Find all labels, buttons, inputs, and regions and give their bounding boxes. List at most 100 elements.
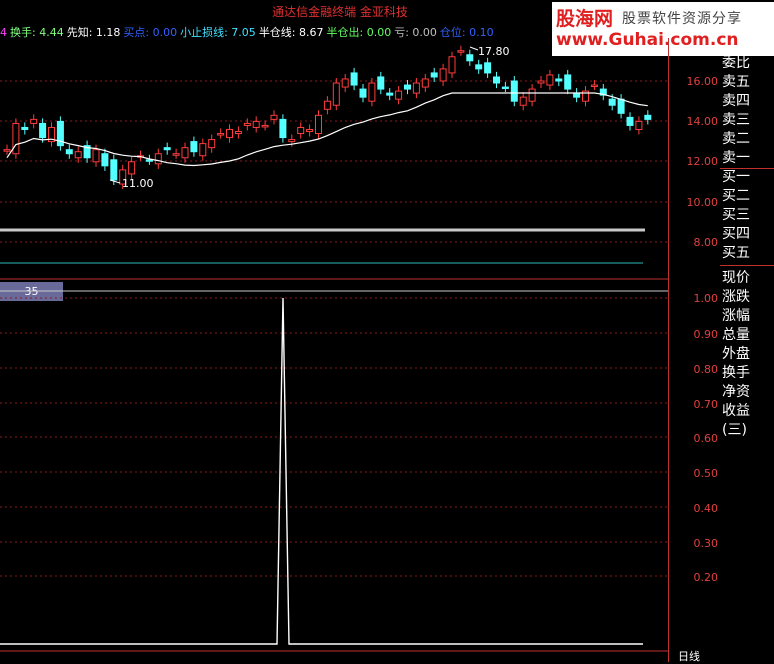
quote-field-11: 现价 — [722, 270, 750, 286]
candle-body — [217, 133, 225, 136]
candle-body — [21, 126, 29, 130]
quote-field-7: 买二 — [722, 188, 750, 204]
candle-body — [484, 62, 492, 74]
candle-body — [377, 76, 385, 90]
candle-body — [528, 88, 536, 102]
candle-body — [590, 84, 598, 88]
candle-body — [39, 122, 47, 139]
candle-body — [279, 118, 287, 139]
y-label-14: 14.00 — [686, 115, 719, 128]
low-label: 11.00 — [122, 177, 154, 190]
candle-body — [332, 82, 340, 106]
candle-body — [154, 153, 162, 165]
candle-body — [635, 120, 643, 130]
logo-cn: 股海网 — [556, 8, 614, 30]
axis-separator — [668, 38, 669, 662]
candle-body — [12, 122, 20, 155]
quote-field-12: 涨跌 — [722, 289, 750, 305]
candle-body — [404, 84, 411, 90]
quote-field-0: 委比 — [722, 55, 750, 71]
quote-field-14: 总量 — [722, 327, 750, 343]
high-pointer — [469, 46, 479, 51]
candle-body — [466, 54, 474, 62]
quote-field-13: 涨幅 — [722, 308, 750, 324]
candle-body — [306, 128, 314, 133]
candle-body — [243, 122, 251, 126]
candle-body — [626, 116, 634, 126]
candle-body — [510, 80, 518, 102]
y-label-12: 12.00 — [686, 155, 719, 168]
candle-body — [3, 149, 11, 152]
candle-body — [448, 56, 456, 74]
candle-body — [359, 88, 367, 98]
candle-body — [145, 159, 153, 162]
candle-body — [315, 114, 322, 135]
candle-body — [475, 64, 483, 70]
quote-field-5: 卖一 — [722, 150, 750, 166]
quote-field-1: 卖五 — [722, 74, 750, 90]
candle-body — [181, 147, 189, 159]
quote-field-17: 净资 — [722, 384, 750, 400]
candle-body — [573, 92, 581, 98]
candle-body — [65, 149, 73, 155]
candle-body — [110, 159, 118, 181]
candle-body — [190, 141, 198, 153]
quote-field-15: 外盘 — [722, 346, 750, 362]
candle-body — [74, 151, 82, 159]
quote-field-18: 收益(三) — [722, 403, 750, 438]
sub-y-label-1: 1.00 — [693, 292, 719, 305]
candle-body — [617, 98, 625, 114]
candle-body — [386, 92, 394, 96]
quote-field-9: 买四 — [722, 226, 750, 242]
candle-body — [101, 153, 109, 167]
sub-y-label-6: 0.50 — [693, 467, 719, 480]
candle-body — [644, 114, 652, 120]
panel-divider-0 — [720, 168, 774, 169]
candle-body — [270, 114, 278, 120]
candle-body — [172, 153, 180, 156]
candle-body — [555, 78, 563, 82]
quote-field-10: 买五 — [722, 245, 750, 261]
candle-body — [537, 80, 545, 84]
quote-panel: 委比 卖五 卖四 卖三 卖二 卖一 买一 买二 买三 买四 买五 现价 涨跌 涨幅 总量 外盘 换手 净资 收益(三… — [720, 54, 774, 438]
indicator-bar: 4 换手: 4.44 先知: 1.18 买点: 0.00 小止损线: 7.05 半仓线: … — [0, 24, 497, 39]
candle-body — [368, 82, 376, 102]
candle-body — [493, 76, 500, 84]
candle-body — [350, 72, 358, 86]
candle-body — [608, 98, 616, 106]
indicator-chart[interactable] — [0, 290, 668, 652]
sub-y-label-2: 0.90 — [693, 328, 719, 341]
candle-body — [252, 120, 260, 128]
quote-field-6: 买一 — [722, 169, 750, 185]
candle-body — [297, 126, 305, 135]
candle-body — [457, 50, 465, 53]
logo-subtitle: 股票软件资源分享 — [622, 11, 742, 27]
candle-body — [395, 90, 403, 100]
high-label: 17.80 — [478, 45, 510, 58]
candle-body — [430, 72, 438, 78]
quote-field-2: 卖四 — [722, 93, 750, 109]
candle-body — [226, 128, 233, 139]
sub-y-label-7: 0.40 — [693, 502, 719, 515]
candle-body — [288, 139, 296, 143]
candle-body — [261, 124, 269, 128]
candle-body — [128, 161, 136, 175]
candle-body — [546, 74, 554, 86]
quote-field-16: 换手 — [722, 365, 750, 381]
candle-body — [163, 147, 171, 151]
candle-body — [439, 68, 447, 82]
sub-y-label-8: 0.30 — [693, 537, 719, 550]
candle-body — [501, 86, 509, 90]
candle-body — [234, 131, 242, 135]
candle-body — [208, 139, 216, 149]
sub-y-label-3: 0.80 — [693, 363, 719, 376]
kline-chart[interactable]: 17.80 11.00 — [0, 38, 668, 280]
sub-y-label-9: 0.20 — [693, 571, 719, 584]
candle-body — [30, 118, 38, 124]
signal-line — [0, 297, 643, 645]
y-label-8: 8.00 — [693, 236, 719, 249]
sub-y-label-5: 0.60 — [693, 432, 719, 445]
candle-body — [323, 100, 331, 110]
y-label-16: 16.00 — [686, 75, 719, 88]
quote-field-4: 卖二 — [722, 131, 750, 147]
